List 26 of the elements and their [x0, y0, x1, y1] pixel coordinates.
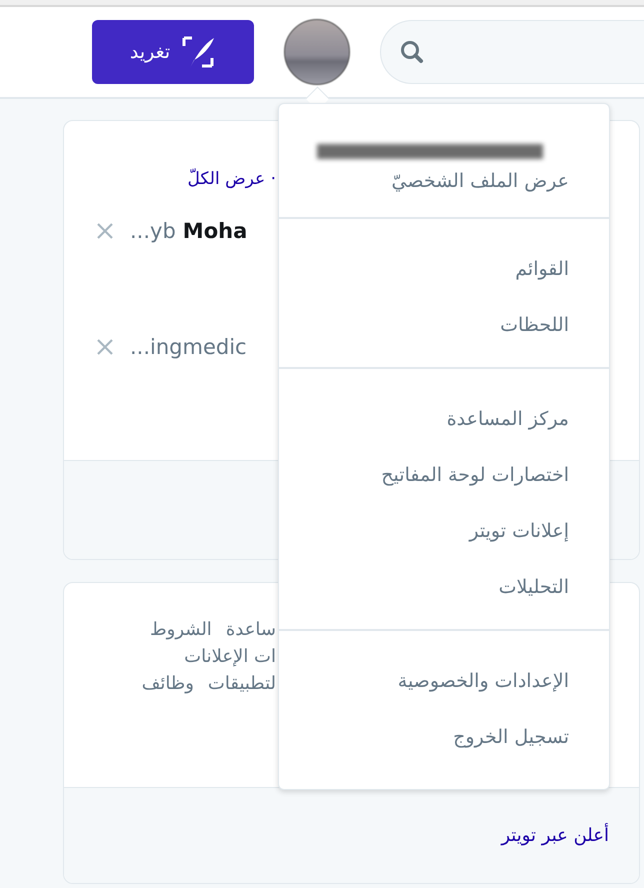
- menu-item[interactable]: اختصارات لوحة المفاتيح: [279, 447, 609, 503]
- footer-link[interactable]: ات الإعلانات: [184, 646, 276, 667]
- menu-item[interactable]: الإعدادات والخصوصية: [279, 653, 609, 709]
- feather-icon: [180, 34, 216, 70]
- avatar[interactable]: [284, 19, 350, 85]
- close-icon[interactable]: [96, 338, 114, 356]
- footer-link[interactable]: لتطبيقات: [208, 673, 276, 694]
- menu-item[interactable]: القوائم: [279, 241, 609, 297]
- footer-link[interactable]: ساعدة: [226, 619, 276, 640]
- search-field[interactable]: [380, 20, 644, 84]
- menu-item[interactable]: مركز المساعدة: [279, 391, 609, 447]
- footer-link[interactable]: الشروط: [150, 619, 212, 640]
- menu-item[interactable]: إعلانات تويتر: [279, 503, 609, 559]
- menu-item[interactable]: اللحظات: [279, 297, 609, 353]
- user-handle: ...ingmedic: [130, 335, 247, 359]
- user-name: Moha: [182, 219, 248, 243]
- menu-item[interactable]: عرض الملف الشخصيّ: [279, 159, 609, 203]
- footer-link[interactable]: وظائف: [142, 673, 194, 694]
- menu-item[interactable]: التحليلات: [279, 559, 609, 615]
- advertise-link[interactable]: أعلن عبر تويتر: [501, 825, 609, 846]
- search-icon: [399, 39, 425, 65]
- user-handle: ...yb: [130, 219, 176, 243]
- tweet-button[interactable]: تغريد: [92, 20, 254, 84]
- close-icon[interactable]: [96, 222, 114, 240]
- menu-item[interactable]: تسجيل الخروج: [279, 709, 609, 765]
- view-all-link[interactable]: · عرض الكلّ: [188, 169, 276, 189]
